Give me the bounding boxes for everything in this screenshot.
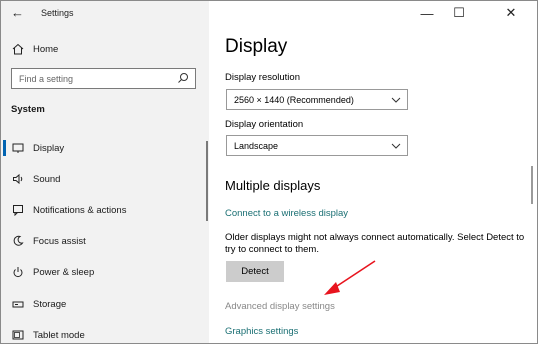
- connect-wireless-display-link[interactable]: Connect to a wireless display: [225, 208, 348, 219]
- sidebar-item-sound[interactable]: Sound: [11, 168, 60, 190]
- sidebar-item-label: Tablet mode: [33, 329, 85, 341]
- sidebar-item-storage[interactable]: Storage: [11, 293, 66, 315]
- power-icon: [11, 266, 25, 278]
- settings-window: ← Settings Home Find a setting System Di…: [0, 0, 538, 344]
- search-placeholder: Find a setting: [19, 74, 74, 84]
- sidebar-item-label: Display: [33, 142, 65, 154]
- advanced-display-settings-link[interactable]: Advanced display settings: [225, 301, 335, 312]
- back-arrow-icon[interactable]: ←: [11, 5, 24, 20]
- sidebar-item-display[interactable]: Display: [2, 137, 65, 159]
- sidebar-item-focus-assist[interactable]: Focus assist: [11, 230, 86, 252]
- orientation-dropdown[interactable]: Landscape: [226, 135, 408, 156]
- moon-icon: [11, 235, 25, 247]
- older-displays-description: Older displays might not always connect …: [225, 232, 525, 255]
- storage-icon: [11, 298, 25, 310]
- orientation-label: Display orientation: [225, 119, 304, 130]
- multiple-displays-heading: Multiple displays: [225, 178, 321, 193]
- home-icon: [11, 43, 25, 55]
- window-title: Settings: [41, 8, 74, 18]
- search-icon: [178, 73, 188, 83]
- sidebar: ← Settings Home Find a setting System Di…: [1, 1, 209, 343]
- minimize-button[interactable]: —: [417, 4, 437, 22]
- sidebar-item-label: Notifications & actions: [33, 204, 127, 216]
- monitor-icon: [11, 142, 25, 154]
- maximize-button[interactable]: ☐: [449, 4, 469, 22]
- sidebar-item-notifications[interactable]: Notifications & actions: [11, 199, 126, 221]
- orientation-value: Landscape: [234, 141, 279, 151]
- sidebar-item-power-sleep[interactable]: Power & sleep: [11, 261, 94, 283]
- page-title: Display: [225, 36, 288, 57]
- main-content: — ☐ ✕ Display Display resolution 2560 × …: [209, 1, 537, 343]
- sidebar-item-label: Power & sleep: [33, 266, 95, 278]
- notification-icon: [11, 204, 25, 216]
- speaker-icon: [11, 173, 25, 185]
- sidebar-item-home[interactable]: Home: [11, 38, 58, 60]
- sidebar-item-label: Storage: [33, 298, 67, 310]
- section-label: System: [11, 104, 45, 115]
- graphics-settings-link[interactable]: Graphics settings: [225, 326, 298, 337]
- chevron-down-icon: [391, 143, 401, 149]
- search-input[interactable]: Find a setting: [11, 68, 196, 89]
- resolution-dropdown[interactable]: 2560 × 1440 (Recommended): [226, 89, 408, 110]
- sidebar-scrollbar[interactable]: [206, 141, 208, 221]
- close-button[interactable]: ✕: [501, 4, 521, 22]
- sidebar-item-label: Home: [33, 43, 59, 55]
- sidebar-item-tablet-mode[interactable]: Tablet mode: [11, 324, 85, 343]
- resolution-label: Display resolution: [225, 72, 300, 83]
- sidebar-item-label: Sound: [33, 173, 61, 185]
- sidebar-item-label: Focus assist: [33, 235, 86, 247]
- resolution-value: 2560 × 1440 (Recommended): [234, 95, 354, 105]
- detect-button[interactable]: Detect: [226, 261, 284, 282]
- chevron-down-icon: [391, 97, 401, 103]
- content-scrollbar[interactable]: [531, 166, 533, 204]
- annotation-arrow-icon: [324, 260, 376, 295]
- tablet-icon: [11, 329, 25, 341]
